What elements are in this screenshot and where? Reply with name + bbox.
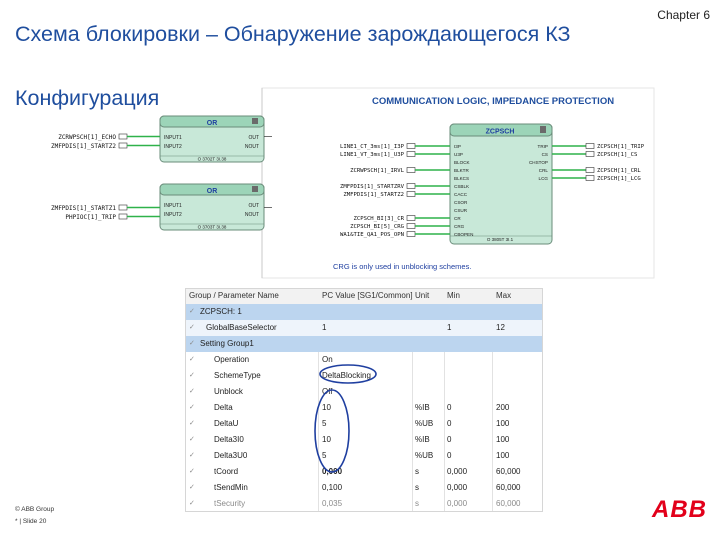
slide-number: * | Slide 20: [15, 518, 47, 525]
signal-terminal: [406, 215, 416, 221]
port-label: CACC: [454, 192, 468, 197]
lock-icon: [252, 186, 258, 192]
signal-label: ZCPSCH[1]_CS: [597, 152, 637, 158]
signal-terminal: [406, 191, 416, 197]
svg-text:NOUT: NOUT: [245, 212, 259, 218]
or-block-1: OR INPUT1 INPUT2 OUT NOUT O 3702T 3I.38 …: [51, 115, 265, 163]
port-label: CBOPEN: [454, 232, 473, 237]
lock-icon: [540, 126, 546, 133]
port-label: BLOCK: [454, 160, 471, 165]
signal-label: LINE1_CT_3ms[1]_I3P: [340, 144, 405, 150]
highlight-annotations: [314, 364, 377, 473]
signal-terminal: [406, 231, 416, 237]
or-block-1-name: OR: [207, 120, 218, 127]
signal-label: WA1&TIE_QA1_POS_OPN: [340, 232, 404, 238]
port-label: U3P: [454, 152, 463, 157]
signal-terminal: [585, 143, 595, 149]
port-label: CRG: [454, 224, 465, 229]
highlight-circle-deltas: [314, 389, 350, 473]
port-label: CSUR: [454, 208, 468, 213]
copyright: © ABB Group: [15, 506, 55, 513]
signal-label: ZCPSCH_BI[5]_CRG: [350, 224, 405, 230]
lock-icon: [252, 118, 258, 124]
signal-label: ZMFPDIS[1]_STARTZ2: [343, 192, 404, 198]
highlight-circle-scheme: [319, 364, 377, 384]
svg-text:O 3703T 3I.38: O 3703T 3I.38: [198, 225, 227, 230]
signal-label: ZCRWPSCH[1]_IRVL: [350, 168, 405, 174]
svg-text:INPUT1: INPUT1: [164, 135, 182, 141]
signal-terminal: [585, 151, 595, 157]
logic-diagram: COMMUNICATION LOGIC, IMPEDANCE PROTECTIO…: [51, 87, 655, 279]
signal-label: ZCPSCH[1]_TRIP: [597, 144, 645, 150]
signal-terminal: [406, 151, 416, 157]
signal-label: ZCPSCH[1]_LCG: [597, 176, 641, 182]
svg-text:OUT: OUT: [248, 203, 259, 209]
signal-terminal: [585, 175, 595, 181]
svg-text:INPUT2: INPUT2: [164, 144, 182, 150]
signal-label: LINE1_VT_3ms[1]_U3P: [340, 152, 405, 158]
diagram-note: CRG is only used in unblocking schemes.: [333, 262, 471, 271]
port-label: CSBLK: [454, 184, 470, 189]
signal-label: ZMFPDIS[1]_STARTZRV: [340, 184, 405, 190]
port-label: I3P: [454, 144, 461, 149]
signal-terminal: [406, 143, 416, 149]
svg-text:PHPIOC[1]_TRIP: PHPIOC[1]_TRIP: [65, 214, 116, 221]
port-label: BLKTR: [454, 168, 469, 173]
port-label: CR: [454, 216, 461, 221]
signal-terminal: [585, 167, 595, 173]
port-label: CSOR: [454, 200, 468, 205]
port-label: CS: [542, 152, 548, 157]
svg-text:OUT: OUT: [248, 135, 259, 141]
abb-logo: ABB: [652, 496, 707, 523]
port-label: CRL: [539, 168, 549, 173]
diagram-title: COMMUNICATION LOGIC, IMPEDANCE PROTECTIO…: [372, 96, 614, 107]
svg-text:O 3702T 3I.38: O 3702T 3I.38: [198, 157, 227, 162]
signal-terminal: [406, 223, 416, 229]
parameter-table: Group / Parameter Name PC Value [SG1/Com…: [185, 288, 543, 512]
svg-text:ZMFPDIS[1]_STARTZ1: ZMFPDIS[1]_STARTZ1: [51, 205, 116, 212]
svg-text:ZMFPDIS[1]_STARTZ2: ZMFPDIS[1]_STARTZ2: [51, 143, 116, 150]
or-block-2: OR INPUT1 INPUT2 OUT NOUT O 3703T 3I.38 …: [51, 183, 265, 231]
svg-text:O 3805T 3I.1: O 3805T 3I.1: [487, 237, 514, 242]
svg-text:OR: OR: [207, 188, 218, 195]
svg-text:ZCPSCH: ZCPSCH: [486, 129, 515, 136]
port-label: TRIP: [538, 144, 548, 149]
port-label: LCG: [539, 176, 549, 181]
port-label: BLKCS: [454, 176, 469, 181]
signal-label: ZCPSCH_BI[3]_CR: [353, 216, 404, 222]
port-label: CHSTOP: [529, 160, 548, 165]
svg-text:INPUT1: INPUT1: [164, 203, 182, 209]
svg-text:INPUT2: INPUT2: [164, 212, 182, 218]
svg-text:ZCRWPSCH[1]_ECHO: ZCRWPSCH[1]_ECHO: [58, 134, 116, 141]
svg-text:NOUT: NOUT: [245, 144, 259, 150]
signal-terminal: [406, 183, 416, 189]
signal-label: ZCPSCH[1]_CRL: [597, 168, 641, 174]
signal-terminal: [406, 167, 416, 173]
